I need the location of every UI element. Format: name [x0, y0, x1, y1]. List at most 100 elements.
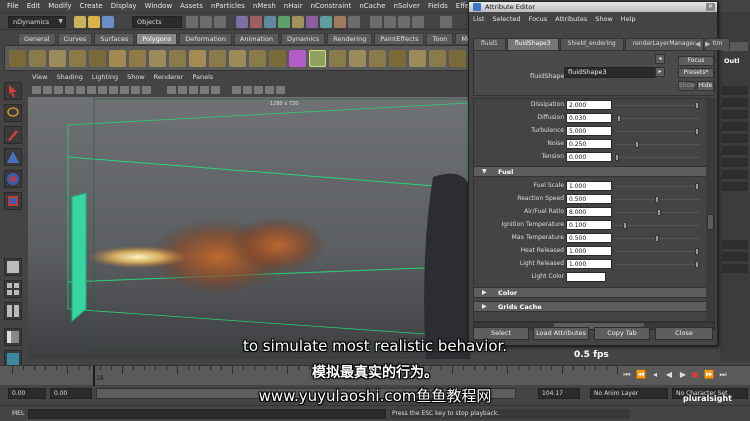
xray-icon[interactable] — [243, 86, 252, 94]
wireframe-icon[interactable] — [167, 86, 176, 94]
section-color[interactable]: ▶ Color — [474, 287, 706, 298]
open-scene-icon[interactable] — [88, 16, 100, 28]
ae-menu-selected[interactable]: Selected — [492, 15, 520, 23]
textured-icon[interactable] — [200, 86, 209, 94]
move-tool-icon[interactable] — [4, 148, 22, 166]
ae-menu-list[interactable]: List — [473, 15, 484, 23]
hq-render-icon[interactable] — [276, 86, 285, 94]
hide-button[interactable]: Hide — [697, 81, 714, 91]
offset-edge-loop-icon[interactable] — [409, 50, 426, 67]
menu-ncache[interactable]: nCache — [356, 2, 390, 10]
slider-handle[interactable] — [657, 209, 661, 216]
save-scene-icon[interactable] — [102, 16, 114, 28]
ae-tab-shield-endering[interactable]: Shield_endering — [559, 38, 624, 50]
isolate-icon[interactable] — [265, 86, 274, 94]
slider-track[interactable] — [615, 251, 699, 252]
go-to-input-icon[interactable]: ▸ — [655, 67, 665, 77]
select-tool-icon[interactable] — [4, 82, 22, 100]
go-to-output-icon[interactable]: ◂ — [655, 54, 665, 64]
menu-nsolver[interactable]: nSolver — [391, 2, 425, 10]
scale-tool-icon[interactable] — [4, 192, 22, 210]
ae-menu-help[interactable]: Help — [621, 15, 636, 23]
shelf-tab-rendering[interactable]: Rendering — [327, 33, 373, 44]
slider-track[interactable] — [615, 118, 699, 119]
attribute-value-field[interactable]: 1.000 — [566, 181, 612, 191]
deform-mask-icon[interactable] — [306, 16, 318, 28]
bridge-icon[interactable] — [329, 50, 346, 67]
slider-handle[interactable] — [635, 141, 639, 148]
attribute-value-field[interactable]: 0.100 — [566, 220, 612, 230]
close-icon[interactable]: ✕ — [706, 3, 715, 11]
scrollbar-thumb[interactable] — [707, 214, 714, 230]
tab-scroll-right-icon[interactable]: ▶ — [705, 40, 710, 48]
slider-handle[interactable] — [695, 183, 699, 190]
slider-handle[interactable] — [615, 154, 619, 161]
snap-point-icon[interactable] — [398, 16, 410, 28]
viewport-menu-panels[interactable]: Panels — [192, 73, 213, 83]
poly-sphere-icon[interactable] — [9, 50, 26, 67]
snap-curve-icon[interactable] — [384, 16, 396, 28]
command-input[interactable] — [28, 409, 386, 419]
camera-attr-icon[interactable] — [43, 86, 52, 94]
attribute-value-field[interactable]: 0.000 — [566, 152, 612, 162]
dynamics-mask-icon[interactable] — [320, 16, 332, 28]
viewport-menu-renderer[interactable]: Renderer — [154, 73, 184, 83]
joint-mask-icon[interactable] — [264, 16, 276, 28]
layout-four-icon[interactable] — [4, 280, 22, 298]
menu-nmesh[interactable]: nMesh — [250, 2, 281, 10]
shelf-tab-polygons[interactable]: Polygons — [136, 33, 178, 44]
flat-shade-icon[interactable] — [189, 86, 198, 94]
poly-prism-icon[interactable] — [129, 50, 146, 67]
extract-icon[interactable] — [249, 50, 266, 67]
separate-icon[interactable] — [229, 50, 246, 67]
slider-track[interactable] — [615, 105, 699, 106]
safe-title-icon[interactable] — [142, 86, 151, 94]
attribute-value-field[interactable]: 1.000 — [566, 259, 612, 269]
attribute-editor-titlebar[interactable]: Attribute Editor ✕ — [469, 2, 717, 12]
slider-track[interactable] — [615, 186, 699, 187]
select-object-icon[interactable] — [200, 16, 212, 28]
poly-plane-icon[interactable] — [89, 50, 106, 67]
attribute-value-field[interactable]: 8.000 — [566, 207, 612, 217]
layout-two-icon[interactable] — [4, 302, 22, 320]
shelf-tab-deformation[interactable]: Deformation — [179, 33, 232, 44]
split-polygon-icon[interactable] — [369, 50, 386, 67]
handle-mask-icon[interactable] — [250, 16, 262, 28]
shelf-tab-animation[interactable]: Animation — [233, 33, 280, 44]
tab-scroll-left-icon[interactable]: ◀ — [695, 40, 700, 48]
smooth-shade-icon[interactable] — [178, 86, 187, 94]
slider-handle[interactable] — [695, 261, 699, 268]
slider-handle[interactable] — [695, 102, 699, 109]
ae-menu-show[interactable]: Show — [595, 15, 613, 23]
bookmark-icon[interactable] — [54, 86, 63, 94]
shelf-tab-toon[interactable]: Toon — [426, 33, 454, 44]
render-mask-icon[interactable] — [334, 16, 346, 28]
viewport-menu-lighting[interactable]: Lighting — [92, 73, 118, 83]
new-scene-icon[interactable] — [74, 16, 86, 28]
lights-icon[interactable] — [211, 86, 220, 94]
light-color-swatch[interactable] — [566, 272, 606, 282]
attribute-value-field[interactable]: 2.000 — [566, 100, 612, 110]
poly-cone-icon[interactable] — [69, 50, 86, 67]
section-fuel[interactable]: ▼ Fuel — [474, 166, 706, 177]
menu-nhair[interactable]: nHair — [281, 2, 308, 10]
selection-mode-dropdown[interactable]: Objects — [132, 16, 182, 28]
ae-tab-fluidshape3[interactable]: fluidShape3 — [506, 38, 559, 50]
snap-plane-icon[interactable] — [412, 16, 424, 28]
surface-mask-icon[interactable] — [292, 16, 304, 28]
paint-select-icon[interactable] — [4, 126, 22, 144]
menu-nconstraint[interactable]: nConstraint — [308, 2, 357, 10]
shelf-tab-curves[interactable]: Curves — [57, 33, 93, 44]
attribute-value-field[interactable]: 1.000 — [566, 246, 612, 256]
insert-edge-loop-icon[interactable] — [389, 50, 406, 67]
section-grids-cache[interactable]: ▶ Grids Cache — [474, 301, 706, 312]
combine-icon[interactable] — [209, 50, 226, 67]
slider-handle[interactable] — [617, 115, 621, 122]
boolean-icon[interactable] — [289, 50, 306, 67]
slider-handle[interactable] — [655, 196, 659, 203]
attribute-value-field[interactable]: 0.500 — [566, 194, 612, 204]
render-view-icon[interactable] — [440, 16, 452, 28]
viewport-menu-shading[interactable]: Shading — [56, 73, 82, 83]
slider-handle[interactable] — [655, 235, 659, 242]
xray-joints-icon[interactable] — [254, 86, 263, 94]
